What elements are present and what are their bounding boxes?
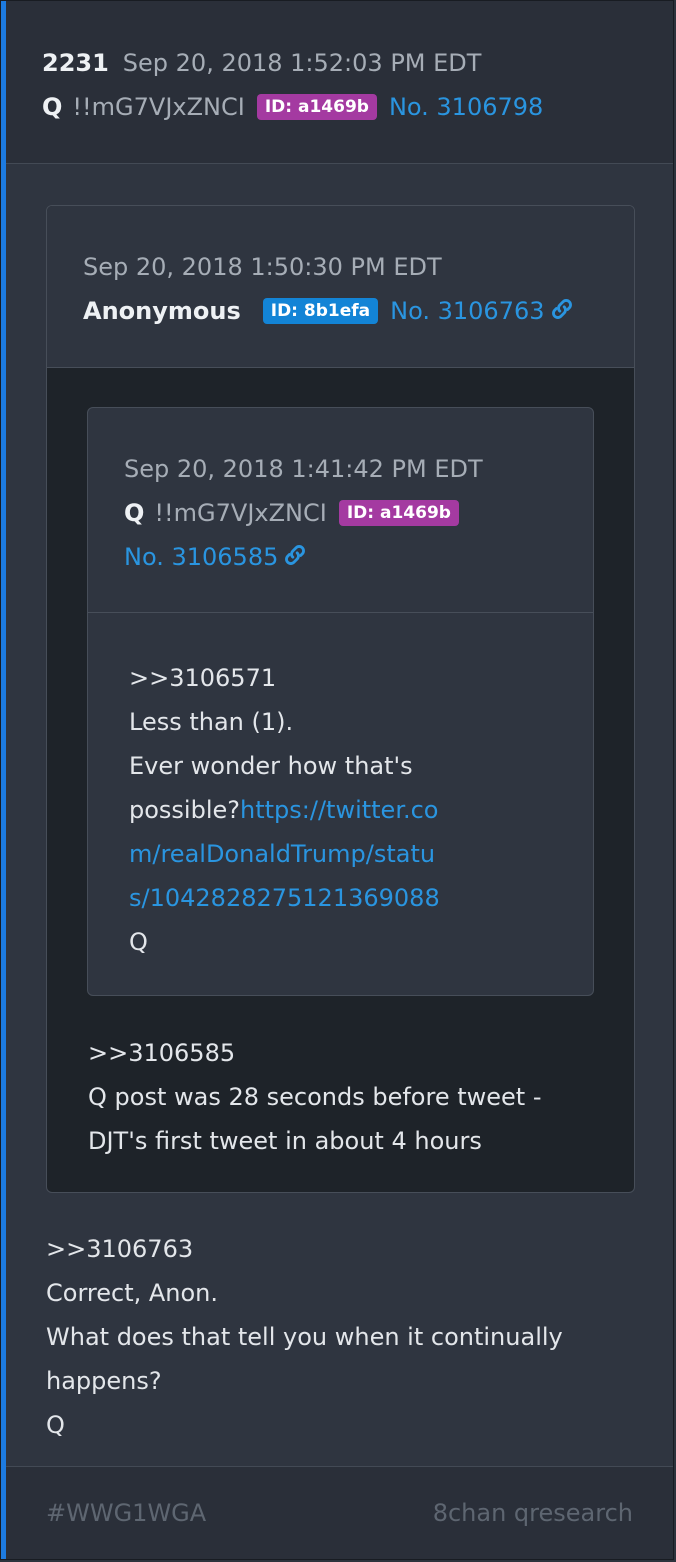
quoted-post-number-link[interactable]: No. 3106763 (390, 297, 544, 325)
post-author-line: Q !!mG7VJxZNCI ID: a1469b No. 3106798 (42, 89, 543, 125)
quoted-id-badge: ID: 8b1efa (262, 298, 379, 324)
body-line: What does that tell you when it continua… (46, 1323, 563, 1351)
quoted-author-line: Anonymous ID: 8b1efa No. 3106763 (83, 293, 575, 329)
body-line: DJT's first tweet in about 4 hours (88, 1127, 482, 1155)
signature: Q (129, 928, 148, 956)
post-card: 2231 Sep 20, 2018 1:52:03 PM EDT Q !!mG7VJ… (0, 0, 674, 1560)
reply-reference[interactable]: >>3106763 (46, 1227, 563, 1271)
nested-author-line: Q !!mG7VJxZNCI ID: a1469b (124, 495, 471, 531)
post-body: >>3106763 Correct, Anon. What does that … (46, 1227, 563, 1447)
tripcode: !!mG7VJxZNCI (72, 93, 245, 121)
nested-meta-line: Sep 20, 2018 1:41:42 PM EDT (124, 451, 483, 487)
link-icon[interactable] (549, 296, 575, 322)
body-line: Q post was 28 seconds before tweet - (88, 1083, 542, 1111)
body-line: Correct, Anon. (46, 1279, 219, 1307)
nested-tripcode: !!mG7VJxZNCI (154, 499, 327, 527)
nested-quoted-post: Sep 20, 2018 1:41:42 PM EDT Q !!mG7VJxZNC… (87, 407, 594, 996)
tweet-url-part[interactable]: s/1042828275121369088 (129, 876, 440, 920)
tweet-url-part[interactable]: m/realDonaldTrump/statu (129, 832, 440, 876)
body-line: Ever wonder how that's (129, 752, 413, 780)
post-footer: #WWG1WGA 8chan qresearch (6, 1466, 673, 1559)
footer-hashtag: #WWG1WGA (46, 1499, 207, 1527)
signature: Q (46, 1411, 65, 1439)
tweet-url-part[interactable]: https://twitter.co (240, 796, 439, 824)
post-header: 2231 Sep 20, 2018 1:52:03 PM EDT Q !!mG7VJ… (6, 1, 673, 164)
quoted-meta-line: Sep 20, 2018 1:50:30 PM EDT (83, 249, 442, 285)
id-badge: ID: a1469b (256, 94, 377, 120)
quoted-author-name: Anonymous (83, 297, 241, 325)
link-icon[interactable] (282, 542, 308, 568)
reply-reference[interactable]: >>3106571 (129, 656, 440, 700)
quoted-date: Sep 20, 2018 1:50:30 PM EDT (83, 253, 442, 281)
post-number-link[interactable]: No. 3106798 (389, 93, 543, 121)
quoted-post-body: >>3106585 Q post was 28 seconds before t… (88, 1031, 541, 1163)
body-line: Less than (1). (129, 708, 294, 736)
post-number: 2231 (42, 49, 109, 77)
body-line: happens? (46, 1367, 162, 1395)
nested-date: Sep 20, 2018 1:41:42 PM EDT (124, 455, 483, 483)
nested-post-body: >>3106571 Less than (1). Ever wonder how… (129, 656, 440, 964)
body-line: possible? (129, 796, 240, 824)
quoted-post-header: Sep 20, 2018 1:50:30 PM EDT Anonymous ID:… (47, 206, 634, 368)
accent-bar (1, 1, 6, 1559)
post-date: Sep 20, 2018 1:52:03 PM EDT (122, 49, 482, 77)
author-name: Q (42, 93, 63, 121)
nested-quoted-header: Sep 20, 2018 1:41:42 PM EDT Q !!mG7VJxZNC… (88, 408, 593, 613)
quoted-post: Sep 20, 2018 1:50:30 PM EDT Anonymous ID:… (46, 205, 635, 1193)
post-meta-line: 2231 Sep 20, 2018 1:52:03 PM EDT (42, 45, 481, 81)
footer-source: 8chan qresearch (432, 1499, 633, 1527)
nested-author-name: Q (124, 499, 145, 527)
nested-post-number-link[interactable]: No. 3106585 (124, 543, 278, 571)
nested-id-badge: ID: a1469b (338, 500, 459, 526)
nested-postno-line: No. 3106585 (124, 539, 308, 575)
reply-reference[interactable]: >>3106585 (88, 1031, 541, 1075)
